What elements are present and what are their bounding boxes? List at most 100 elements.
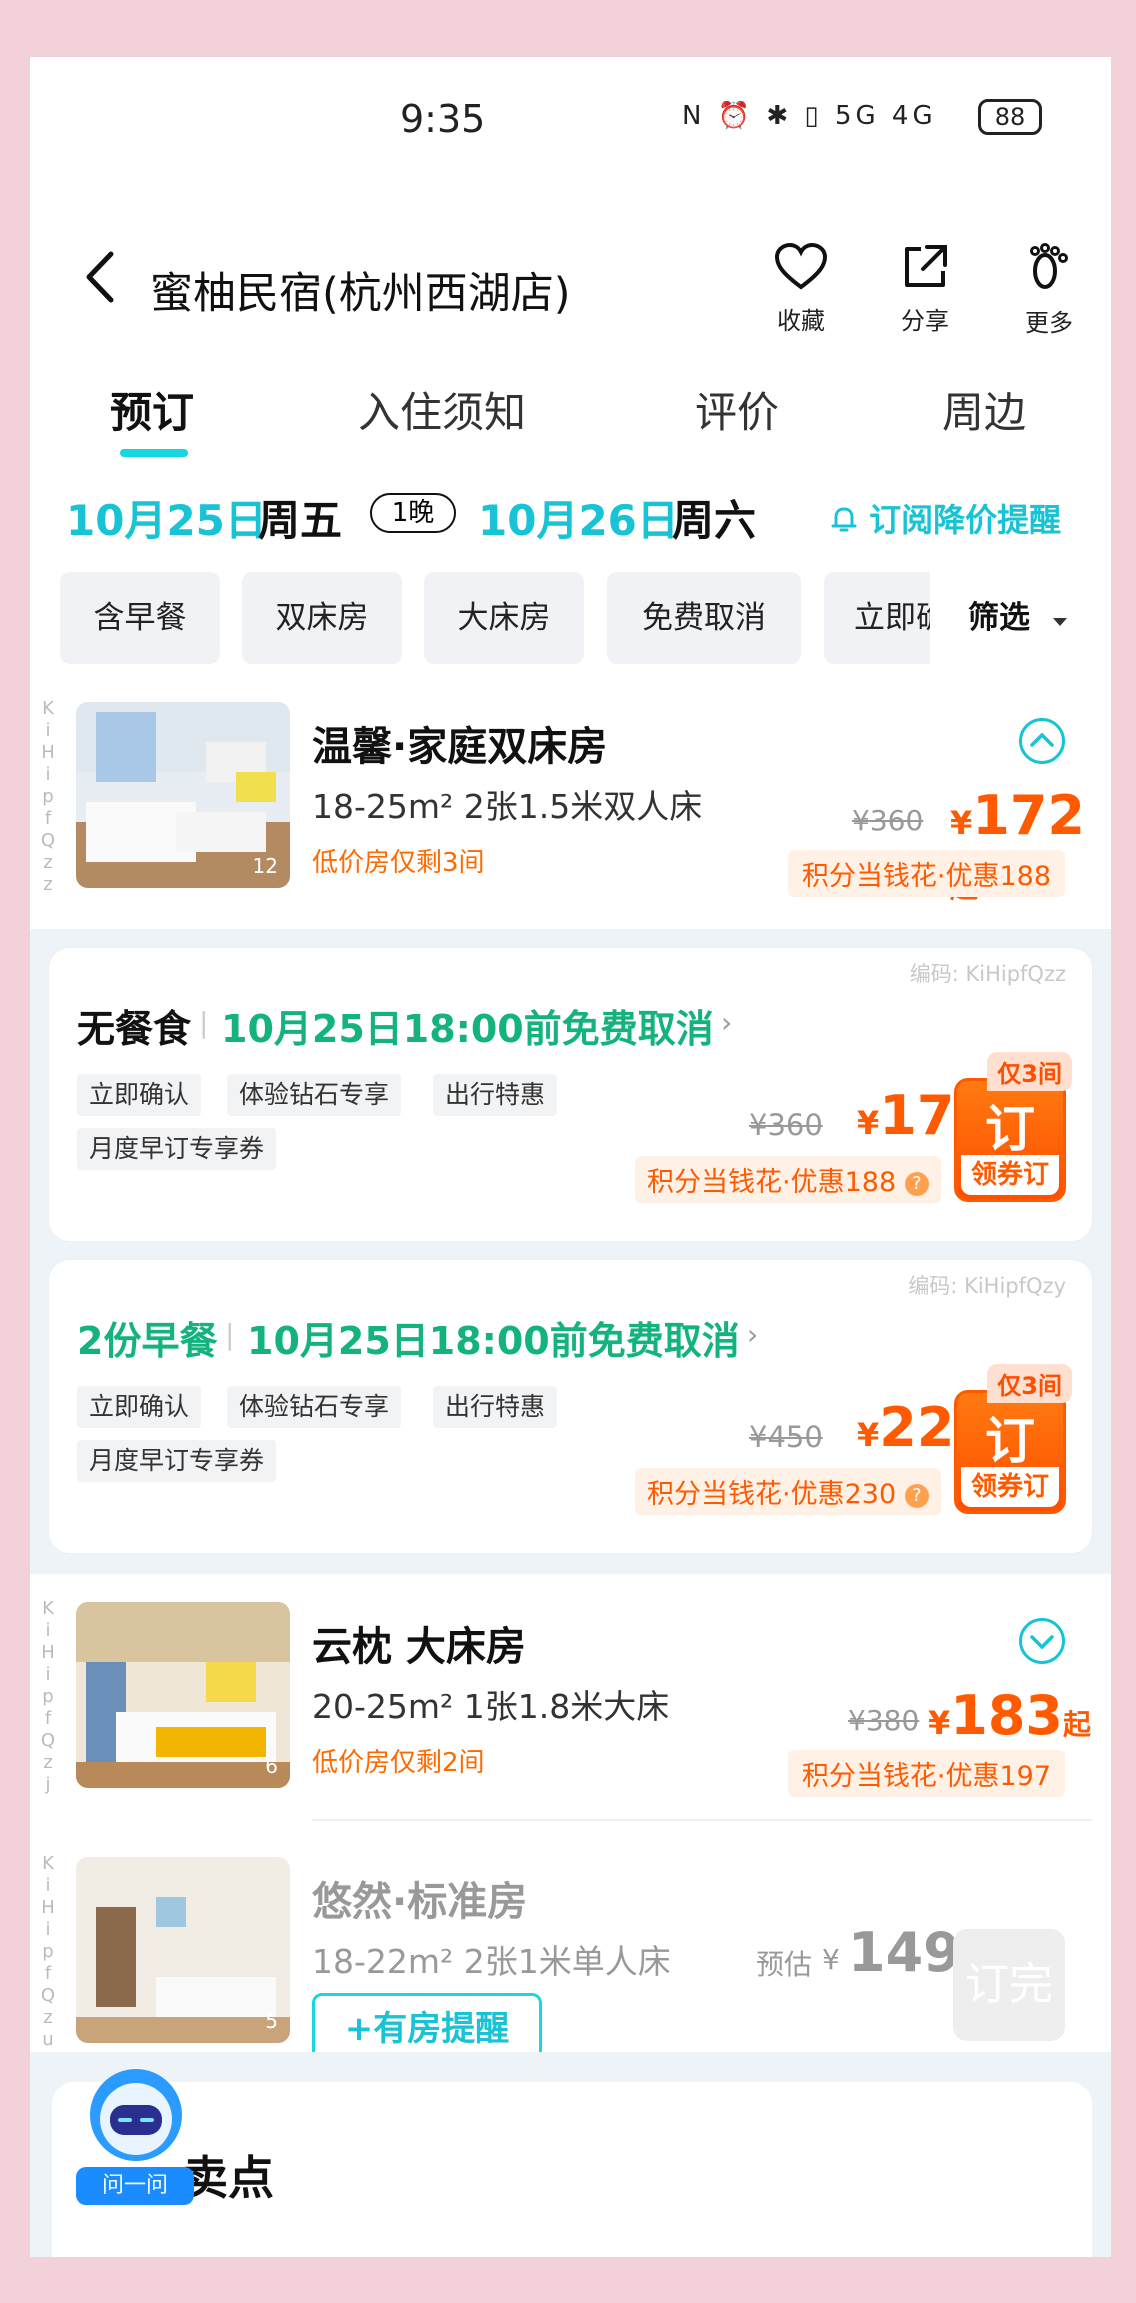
room-name: 云枕 大床房 — [312, 1624, 526, 1670]
assistant-label: 问一问 — [76, 2167, 194, 2205]
room-spec: 18-25m² 2张1.5米双人床 — [312, 787, 703, 826]
original-price: ¥380 — [848, 1704, 920, 1737]
filter-chip-twin[interactable]: 双床房 — [242, 572, 402, 664]
currency-symbol: ¥ — [928, 1704, 951, 1742]
book-label: 订 — [985, 1100, 1035, 1158]
divider — [312, 1819, 1092, 1821]
book-label: 订 — [985, 1412, 1035, 1470]
room-name: 悠然·标准房 — [312, 1879, 528, 1925]
points-discount: 积分当钱花·优惠188 — [787, 850, 1065, 897]
filter-chip-king[interactable]: 大床房 — [424, 572, 584, 664]
original-price: ¥360 — [852, 804, 924, 837]
favorite-button[interactable]: 收藏 — [756, 242, 846, 336]
room-photo[interactable]: 12 — [76, 702, 290, 888]
points-discount-text: 积分当钱花·优惠230 — [647, 1479, 897, 1510]
page-title: 蜜柚民宿(杭州西湖店) — [150, 269, 571, 319]
tab-booking[interactable]: 预订 — [110, 379, 194, 440]
bell-icon — [831, 507, 857, 532]
filter-chip-breakfast[interactable]: 含早餐 — [60, 572, 220, 664]
room-photo[interactable]: 5 — [76, 1857, 290, 2043]
tab-bar: 预订 入住须知 评价 周边 — [30, 357, 1111, 467]
heart-icon — [774, 242, 828, 290]
meal-label: 2份早餐 — [77, 1319, 218, 1363]
tab-nearby[interactable]: 周边 — [942, 379, 1026, 440]
low-stock-note: 低价房仅剩3间 — [312, 848, 485, 878]
collapse-button[interactable] — [1019, 718, 1065, 764]
header: 蜜柚民宿(杭州西湖店) 收藏 分享 更多 — [30, 217, 1111, 337]
date-bar[interactable]: 10月25日 周五 1晚 10月26日 周六 订阅降价提醒 — [30, 477, 1111, 557]
nights-badge: 1晚 — [370, 493, 456, 533]
checkin-date[interactable]: 10月25日 — [66, 487, 267, 548]
tag-diamond: 体验钻石专享 — [227, 1386, 402, 1428]
room-photo[interactable]: 6 — [76, 1602, 290, 1788]
price-alert-link[interactable]: 订阅降价提醒 — [830, 495, 1061, 541]
room-photo-image — [76, 1602, 290, 1788]
rate-code: 编码: KiHipfQzz — [909, 962, 1066, 986]
points-discount: 积分当钱花·优惠197 — [787, 1750, 1065, 1797]
tag-instant-confirm: 立即确认 — [77, 1074, 202, 1116]
cancel-policy[interactable]: 10月25日18:00前免费取消 — [247, 1310, 740, 1365]
tab-reviews[interactable]: 评价 — [695, 379, 779, 440]
estimate-label: 预估 — [756, 1948, 813, 1981]
meal-label: 无餐食 — [77, 1007, 192, 1051]
status-icons: N ⏰ ✱ ▯ 5G 4G — [682, 101, 937, 131]
favorite-label: 收藏 — [777, 307, 825, 335]
separator: | — [225, 1318, 235, 1351]
book-button[interactable]: 订 领券订 — [954, 1078, 1066, 1202]
checkout-date[interactable]: 10月26日 — [478, 487, 679, 548]
share-label: 分享 — [901, 307, 949, 335]
room-card-king[interactable]: K i H i p f Q z j 6 云枕 大床房 20-25m² 1张1.8… — [30, 1574, 1111, 1819]
share-button[interactable]: 分享 — [880, 243, 970, 336]
sold-out-button: 订完 — [953, 1929, 1065, 2041]
original-price: ¥360 — [749, 1108, 823, 1142]
side-code: K i H i p f Q z j — [40, 1598, 56, 1795]
rate-plan-card[interactable]: 编码: KiHipfQzy 2份早餐 | 10月25日18:00前免费取消 › … — [48, 1259, 1093, 1554]
room-price: ¥183起 — [928, 1684, 1091, 1747]
filter-bar: 含早餐 双床房 大床房 免费取消 立即确 筛选 — [30, 572, 1111, 664]
room-photo-image — [76, 1857, 290, 2043]
price-alert-label: 订阅降价提醒 — [869, 501, 1062, 539]
original-price: ¥450 — [749, 1420, 823, 1454]
points-discount-text: 积分当钱花·优惠188 — [647, 1167, 897, 1198]
filter-label: 筛选 — [968, 600, 1030, 636]
coupon-book-label: 领券订 — [961, 1467, 1059, 1507]
price-value: 172 — [972, 784, 1085, 847]
photo-count: 5 — [265, 2009, 278, 2033]
more-button[interactable]: 更多 — [1004, 243, 1094, 338]
tag-travel-deal: 出行特惠 — [433, 1386, 558, 1428]
chevron-right-icon: › — [721, 1006, 733, 1039]
more-label: 更多 — [1025, 309, 1073, 337]
tab-checkin-notice[interactable]: 入住须知 — [358, 379, 526, 440]
rate-code: 编码: KiHipfQzy — [908, 1274, 1066, 1298]
chevron-up-icon — [1030, 732, 1054, 747]
tag-diamond: 体验钻石专享 — [227, 1074, 402, 1116]
currency-symbol: ¥ — [857, 1416, 880, 1454]
assistant-button[interactable]: 问一问 — [76, 2065, 196, 2205]
active-tab-indicator — [120, 449, 188, 457]
side-code: K i H i p f Q z u — [40, 1853, 56, 2050]
help-icon[interactable]: ? — [904, 1172, 929, 1196]
filter-chip-free-cancel[interactable]: 免费取消 — [607, 572, 801, 664]
help-icon[interactable]: ? — [904, 1484, 929, 1508]
side-code: K i H i p f Q z z — [40, 698, 56, 895]
cancel-policy[interactable]: 10月25日18:00前免费取消 — [221, 998, 714, 1053]
tag-early-coupon: 月度早订专享券 — [77, 1440, 277, 1482]
room-card-family-twin[interactable]: K i H i p f Q z z 12 温馨·家庭双床房 18-25m² 2张… — [30, 674, 1111, 919]
chevron-down-icon — [1030, 1635, 1054, 1650]
rate-plan-card[interactable]: 编码: KiHipfQzz 无餐食 | 10月25日18:00前免费取消 › 立… — [48, 947, 1093, 1242]
back-button[interactable] — [70, 247, 130, 307]
filter-button[interactable]: 筛选 — [930, 572, 1111, 664]
separator: | — [199, 1006, 209, 1039]
currency-symbol: ¥ — [857, 1104, 880, 1142]
currency-symbol: ¥ — [950, 804, 973, 842]
tag-instant-confirm: 立即确认 — [77, 1386, 202, 1428]
room-card-standard[interactable]: K i H i p f Q z u 5 悠然·标准房 18-22m² 2张1米单… — [30, 1829, 1111, 2065]
points-discount: 积分当钱花·优惠230 ? — [635, 1468, 941, 1515]
chevron-right-icon: › — [747, 1318, 759, 1351]
price-suffix: 起 — [1063, 1708, 1092, 1741]
caret-down-icon — [1052, 618, 1067, 626]
book-button[interactable]: 订 领券订 — [954, 1390, 1066, 1514]
currency-symbol: ¥ — [822, 1943, 840, 1976]
expand-button[interactable] — [1019, 1618, 1065, 1664]
rooms-left-badge: 仅3间 — [987, 1364, 1072, 1403]
